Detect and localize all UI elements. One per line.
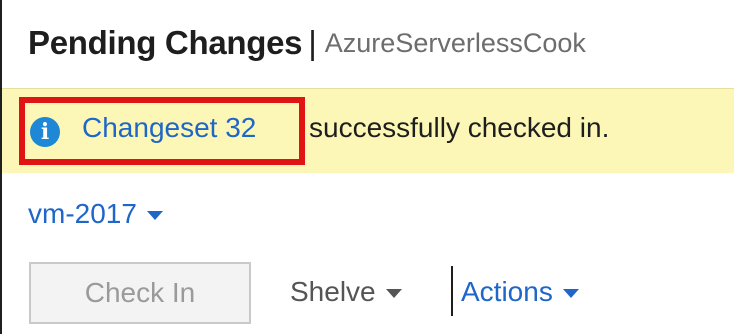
changeset-link[interactable]: Changeset 32 [82,112,256,144]
check-in-button[interactable]: Check In [29,262,251,324]
shelve-label: Shelve [290,276,376,307]
workspace-name: vm-2017 [28,198,137,229]
workspace-dropdown[interactable]: vm-2017 [28,198,163,230]
shelve-dropdown[interactable]: Shelve [290,276,402,308]
pending-changes-panel: Pending Changes | AzureServerlessCook i … [0,0,734,334]
title-separator: | [308,24,317,61]
actions-dropdown[interactable]: Actions [461,276,579,308]
notification-bar: i Changeset 32 successfully checked in. [2,88,734,173]
solution-name: AzureServerlessCook [324,27,586,58]
info-icon: i [30,117,60,147]
chevron-down-icon [146,211,163,220]
actions-label: Actions [461,276,553,307]
panel-header: Pending Changes | AzureServerlessCook [2,0,734,86]
notification-message: successfully checked in. [309,112,610,143]
chevron-down-icon [385,289,402,298]
toolbar-divider [451,266,453,316]
chevron-down-icon [562,289,579,298]
page-title: Pending Changes [28,24,303,61]
